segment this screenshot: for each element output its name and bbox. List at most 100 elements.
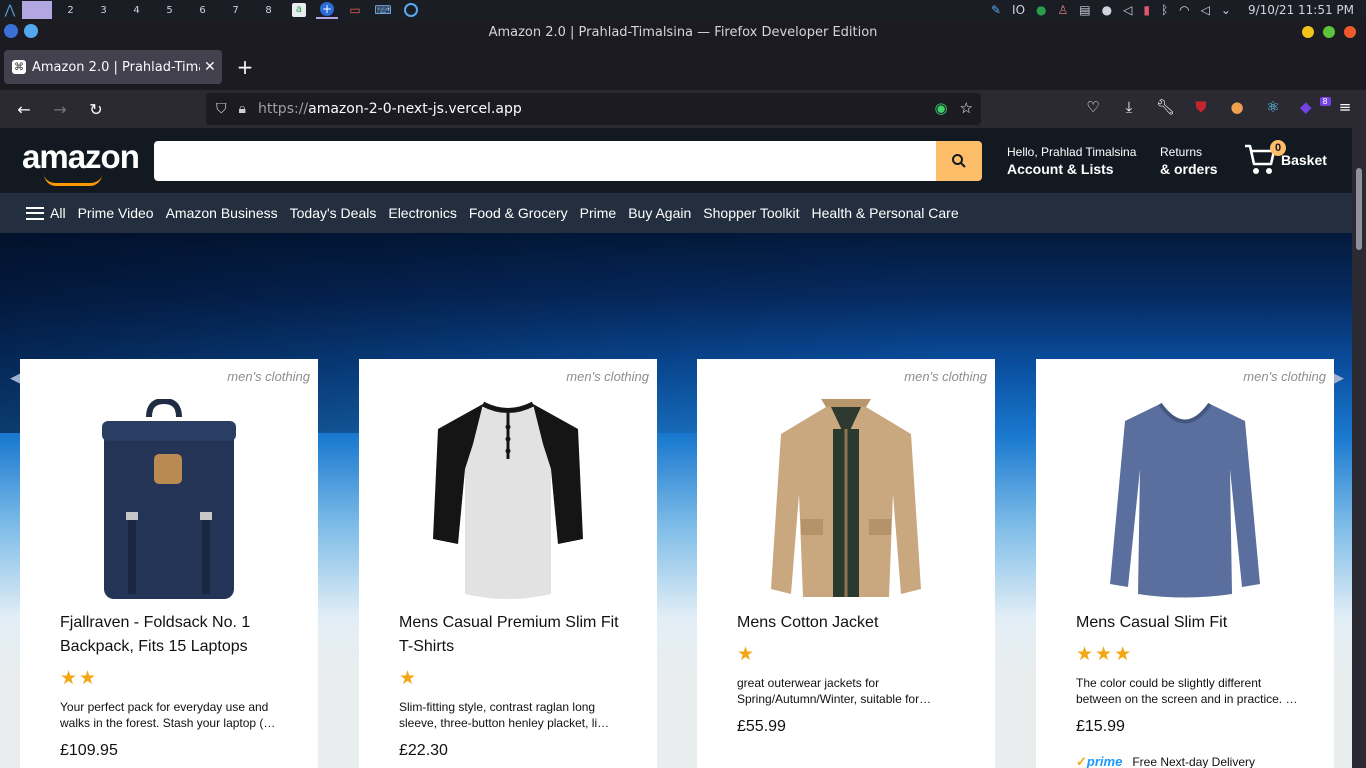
close-window-button[interactable]: [1344, 26, 1356, 38]
url-protocol: https://: [257, 101, 309, 117]
user-icon[interactable]: ♙: [1058, 3, 1069, 17]
product-card[interactable]: men's clothing Mens Cotton Jacket ★ grea…: [697, 359, 995, 768]
nav-item-prime-video[interactable]: Prime Video: [78, 205, 154, 221]
amazon-favicon-icon: ⌘: [12, 60, 26, 74]
back-button[interactable]: ←: [12, 97, 36, 121]
bluetooth-icon[interactable]: ᛒ: [1161, 3, 1168, 17]
tab-title: Amazon 2.0 | Prahlad-Timalsina: [32, 59, 200, 75]
basket-button[interactable]: 0 Basket: [1243, 140, 1327, 176]
bookmark-star-icon[interactable]: ☆: [960, 99, 973, 117]
nav-item-electronics[interactable]: Electronics: [388, 205, 456, 221]
extension-badge-icon[interactable]: ◆ 8: [1300, 97, 1331, 116]
folder-icon[interactable]: ▭: [344, 1, 366, 19]
arch-logo-icon[interactable]: ⋀: [0, 0, 20, 20]
product-title[interactable]: Mens Casual Premium Slim Fit T-Shirts: [399, 611, 629, 659]
ublock-icon[interactable]: ⛊: [1192, 98, 1210, 116]
nav-item-buy-again[interactable]: Buy Again: [628, 205, 691, 221]
star-rating-icon: ★★★: [1076, 644, 1134, 665]
nav-item-prime[interactable]: Prime: [580, 205, 617, 221]
extension-badge-count: 8: [1319, 97, 1331, 106]
product-card[interactable]: men's clothing Mens Casual Slim Fit ★★★ …: [1036, 359, 1334, 768]
account-lists-link[interactable]: Hello, Prahlad Timalsina Account & Lists: [1007, 144, 1136, 178]
workspace-7[interactable]: 7: [219, 1, 252, 19]
reload-button[interactable]: ↻: [84, 97, 108, 121]
tab-strip: ⌘ Amazon 2.0 | Prahlad-Timalsina ✕ +: [0, 44, 1366, 90]
minimize-button[interactable]: [1302, 26, 1314, 38]
react-devtools-icon[interactable]: ⚛: [1264, 98, 1282, 116]
extension-circle-icon[interactable]: ◉: [934, 99, 947, 117]
app-icon-green[interactable]: a: [288, 1, 310, 19]
tab-amazon[interactable]: ⌘ Amazon 2.0 | Prahlad-Timalsina ✕: [4, 50, 222, 84]
close-tab-icon[interactable]: ✕: [204, 59, 216, 75]
shield-tray-icon[interactable]: ●: [1036, 3, 1046, 17]
scrollbar-thumb[interactable]: [1356, 168, 1362, 250]
hamburger-menu-icon[interactable]: ≡: [1336, 98, 1354, 116]
backpack-image: [102, 399, 236, 599]
tracking-shield-icon[interactable]: ⛉: [216, 101, 227, 117]
nav-item-food-grocery[interactable]: Food & Grocery: [469, 205, 568, 221]
amazon-smile-icon: [44, 174, 102, 186]
speaker-low-icon[interactable]: ◁: [1123, 3, 1132, 17]
page-scrollbar[interactable]: [1352, 128, 1366, 768]
chevron-down-icon[interactable]: ⌄: [1221, 3, 1231, 17]
window-menu-icon[interactable]: [24, 24, 38, 38]
maximize-button[interactable]: [1323, 26, 1335, 38]
battery-icon[interactable]: ▮: [1143, 3, 1150, 17]
volume-icon[interactable]: ◁: [1201, 3, 1210, 17]
pen-icon[interactable]: ✎: [991, 3, 1001, 17]
devtools-wrench-icon[interactable]: 🔧︎: [1156, 98, 1175, 116]
product-card[interactable]: men's clothing Fjallraven - Foldsack No.…: [20, 359, 318, 768]
workspace-1[interactable]: 1: [22, 1, 52, 19]
lock-icon[interactable]: 🔒︎: [239, 101, 246, 117]
workspace-2[interactable]: 2: [54, 1, 87, 19]
forward-button[interactable]: →: [48, 97, 72, 121]
star-rating-icon: ★: [399, 668, 419, 689]
product-title[interactable]: Mens Cotton Jacket: [737, 611, 967, 635]
downloads-icon[interactable]: ⤓: [1120, 98, 1138, 116]
product-title[interactable]: Fjallraven - Foldsack No. 1 Backpack, Fi…: [60, 611, 290, 659]
pocket-icon[interactable]: ♡: [1084, 98, 1102, 116]
prime-delivery: ✓prime Free Next-day Delivery: [1076, 754, 1255, 768]
wifi-icon[interactable]: ◠: [1179, 3, 1189, 17]
owl-extension-icon[interactable]: ●: [1228, 98, 1246, 116]
carousel-prev-arrow-icon[interactable]: ◀: [10, 371, 20, 386]
search-button[interactable]: [936, 141, 982, 181]
clipboard-icon[interactable]: ▤: [1079, 3, 1090, 17]
hamburger-icon: [26, 206, 44, 220]
all-menu-button[interactable]: All: [26, 205, 66, 221]
delivery-text: Free Next-day Delivery: [1132, 755, 1256, 768]
product-card[interactable]: men's clothing Mens Casual Premium Slim …: [359, 359, 657, 768]
star-rating-icon: ★: [737, 644, 757, 665]
returns-label: Returns: [1160, 145, 1203, 159]
vpn-label[interactable]: IO: [1012, 3, 1025, 17]
carousel-next-arrow-icon[interactable]: ▶: [1334, 371, 1344, 386]
workspace-3[interactable]: 3: [87, 1, 120, 19]
url-bar[interactable]: ⛉ 🔒︎ https://amazon-2-0-next-js.vercel.a…: [206, 93, 981, 125]
window-title: Amazon 2.0 | Prahlad-Timalsina — Firefox…: [488, 24, 878, 40]
workspace-4[interactable]: 4: [120, 1, 153, 19]
terminal-icon[interactable]: ⌨: [372, 1, 394, 19]
datetime[interactable]: 9/10/21 11:51 PM: [1248, 3, 1354, 17]
window-titlebar: Amazon 2.0 | Prahlad-Timalsina — Firefox…: [0, 20, 1366, 44]
returns-orders-link[interactable]: Returns & orders: [1160, 144, 1218, 178]
workspace-5[interactable]: 5: [153, 1, 186, 19]
app-icon-add[interactable]: +: [316, 1, 338, 19]
nav-item-todays-deals[interactable]: Today's Deals: [290, 205, 377, 221]
workspace-6[interactable]: 6: [186, 1, 219, 19]
bulb-icon[interactable]: ●: [1102, 3, 1112, 17]
prime-label: prime: [1086, 754, 1123, 768]
search-icon: [952, 154, 966, 168]
app-icon-blue-circle[interactable]: [400, 1, 422, 19]
amazon-logo-text: amazon: [22, 138, 140, 175]
amazon-logo[interactable]: amazon: [22, 138, 140, 186]
workspace-8[interactable]: 8: [252, 1, 285, 19]
new-tab-button[interactable]: +: [234, 55, 256, 79]
nav-item-shopper-toolkit[interactable]: Shopper Toolkit: [703, 205, 799, 221]
product-price: £15.99: [1076, 718, 1125, 735]
search-input[interactable]: [154, 141, 936, 181]
nav-item-health-personal-care[interactable]: Health & Personal Care: [812, 205, 959, 221]
navigation-toolbar: ← → ↻ ⛉ 🔒︎ https://amazon-2-0-next-js.ve…: [0, 90, 1366, 128]
nav-item-amazon-business[interactable]: Amazon Business: [166, 205, 278, 221]
product-category: men's clothing: [904, 369, 987, 384]
product-title[interactable]: Mens Casual Slim Fit: [1076, 611, 1306, 635]
